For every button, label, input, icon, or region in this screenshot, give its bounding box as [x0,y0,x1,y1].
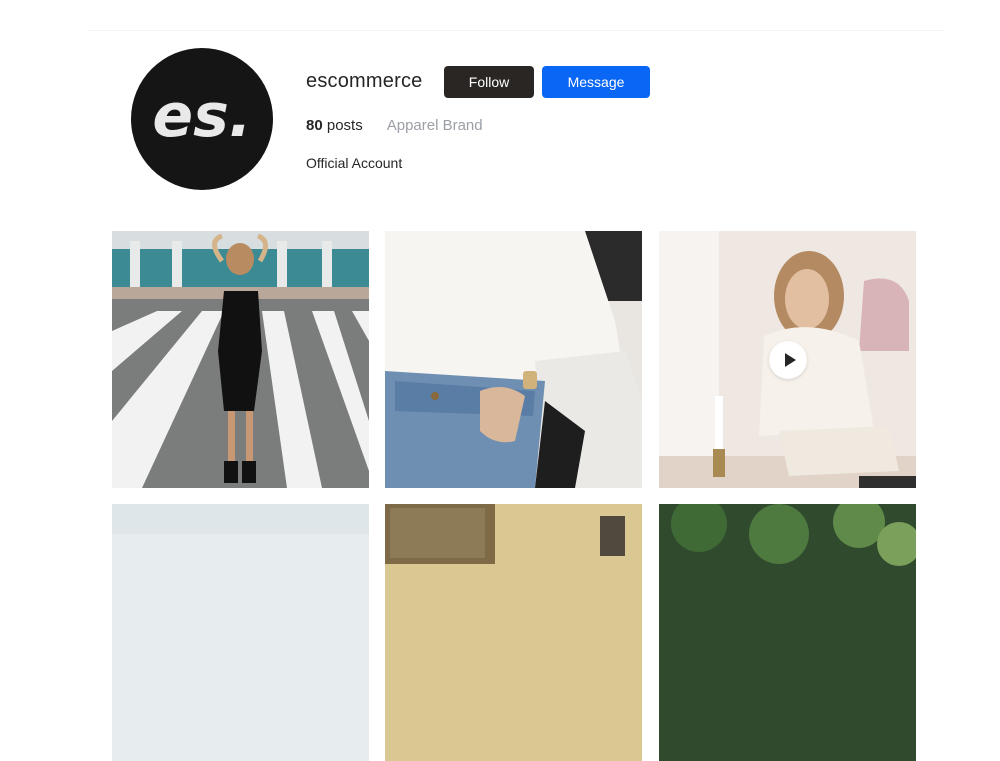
post-image [112,504,369,761]
message-button[interactable]: Message [542,66,650,98]
top-divider [88,30,944,31]
profile-stats: 80 posts Apparel Brand [306,117,483,134]
post-tile[interactable] [385,231,642,488]
brand-logo: es. [152,84,251,151]
video-play-icon[interactable] [769,341,807,379]
svg-text:es.: es. [152,84,251,151]
post-image [385,504,642,761]
post-tile[interactable] [112,231,369,488]
post-tile[interactable] [659,504,916,761]
post-image [659,504,916,761]
posts-stat[interactable]: 80 posts [306,117,363,134]
profile-category: Apparel Brand [386,117,483,134]
post-tile[interactable] [385,504,642,761]
avatar[interactable]: es. [131,48,273,190]
post-image [385,231,642,488]
profile-username: escommerce [306,70,423,92]
post-image [112,231,369,488]
posts-label: posts [326,117,363,134]
follow-button[interactable]: Follow [444,66,534,98]
posts-count: 80 [306,117,323,134]
post-tile[interactable] [659,231,916,488]
post-tile[interactable] [112,504,369,761]
profile-bio: Official Account [306,155,403,171]
play-triangle-icon [784,353,796,367]
